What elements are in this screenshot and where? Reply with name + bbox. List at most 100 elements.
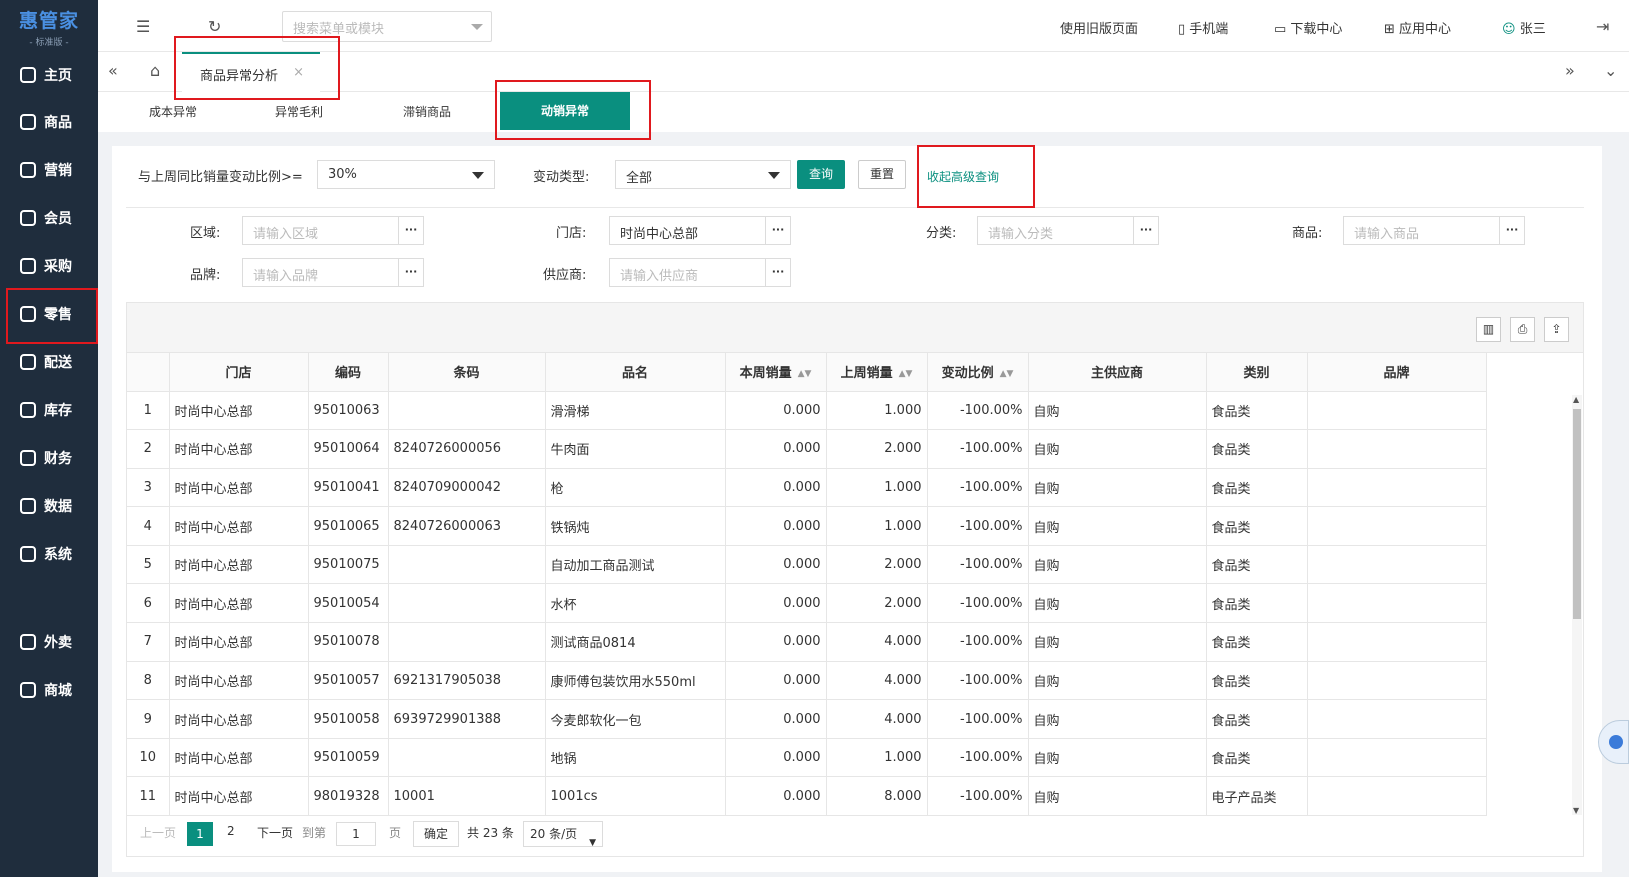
sort-icon[interactable]: ▲▼ — [1000, 369, 1014, 379]
table-cell: 食品类 — [1206, 622, 1308, 662]
scroll-down-icon[interactable]: ▼ — [1573, 806, 1579, 815]
table-cell: 自购 — [1028, 622, 1207, 662]
brand-picker-button[interactable]: ··· — [399, 258, 424, 287]
table-cell — [1307, 738, 1487, 778]
table-row[interactable]: 11 时尚中心总部 98019328 10001 1001cs 0.000 8.000 -10… — [127, 776, 1487, 817]
old-version-link[interactable]: 使用旧版页面 — [1060, 18, 1138, 37]
sort-icon[interactable]: ▲▼ — [899, 369, 913, 379]
prev-page-button[interactable]: 上一页 — [140, 824, 176, 841]
table-cell — [1307, 661, 1487, 701]
sort-icon[interactable]: ▲▼ — [798, 369, 812, 379]
table-row[interactable]: 8 时尚中心总部 95010057 6921317905038 康师傅包装饮用水550m… — [127, 661, 1487, 701]
sidebar-item-data[interactable]: 数据 — [0, 484, 98, 528]
sidebar-item-delivery[interactable]: 配送 — [0, 340, 98, 384]
product-picker-button[interactable]: ··· — [1500, 216, 1525, 245]
page-1-button[interactable]: 1 — [187, 822, 213, 846]
logout-icon[interactable]: ⇥ — [1596, 17, 1609, 36]
goto-confirm-button[interactable]: 确定 — [413, 821, 460, 847]
subtab-sales-anomaly[interactable]: 动销异常 — [500, 92, 630, 130]
table-cell: 铁锅炖 — [545, 506, 726, 546]
store-picker-button[interactable]: ··· — [766, 216, 791, 245]
supplier-input[interactable]: 请输入供应商 — [609, 258, 766, 287]
subtab-cost-anomaly[interactable]: 成本异常 — [128, 92, 218, 132]
table-cell: 95010078 — [308, 622, 389, 662]
table-row[interactable]: 1 时尚中心总部 95010063 滑滑梯 0.000 1.000 -100.00% 自购 食品… — [127, 391, 1487, 431]
data-icon — [20, 498, 36, 514]
table-row[interactable]: 9 时尚中心总部 95010058 6939729901388 今麦郎软化一包 0.000… — [127, 699, 1487, 739]
query-button[interactable]: 查询 — [797, 160, 846, 189]
page-size-select[interactable]: 20 条/页 ▼ — [523, 821, 603, 848]
menu-search-input[interactable]: 搜索菜单或模块 — [282, 11, 492, 42]
sidebar-item-purchase[interactable]: 采购 — [0, 244, 98, 288]
menu-toggle-icon[interactable]: ☰ — [136, 17, 150, 36]
category-picker-button[interactable]: ··· — [1134, 216, 1159, 245]
sidebar-item-retail[interactable]: 零售 — [0, 292, 98, 336]
columns-icon[interactable]: ▥ — [1476, 317, 1501, 342]
sidebar-item-finance[interactable]: 财务 — [0, 436, 98, 480]
close-icon[interactable]: × — [293, 65, 304, 80]
print-icon[interactable]: ⎙ — [1510, 317, 1535, 342]
table-row[interactable]: 7 时尚中心总部 95010078 测试商品0814 0.000 4.000 -100.00… — [127, 622, 1487, 662]
table-row[interactable]: 10 时尚中心总部 95010059 地锅 0.000 1.000 -100.00% 自购 食品… — [127, 738, 1487, 778]
app-center-link[interactable]: ⊞ 应用中心 — [1384, 18, 1451, 37]
sidebar-item-takeout[interactable]: 外卖 — [0, 620, 98, 664]
table-row[interactable]: 5 时尚中心总部 95010075 自动加工商品测试 0.000 2.000 -100.00… — [127, 545, 1487, 585]
mobile-link[interactable]: ▯ 手机端 — [1178, 18, 1228, 37]
settings-icon — [20, 546, 36, 562]
logo-title: 惠管家 — [18, 10, 79, 32]
subtab-slow-moving[interactable]: 滞销商品 — [382, 92, 472, 132]
sidebar-item-mall[interactable]: 商城 — [0, 668, 98, 712]
table-cell: 9 — [127, 699, 170, 739]
region-picker-button[interactable]: ··· — [399, 216, 424, 245]
table-row[interactable]: 4 时尚中心总部 95010065 8240726000063 铁锅炖 0.000 1.00… — [127, 506, 1487, 546]
ratio-select[interactable]: 30% — [317, 160, 495, 189]
table-cell: 8240709000042 — [388, 468, 546, 508]
page-2-button[interactable]: 2 — [227, 824, 235, 838]
heart-icon — [20, 210, 36, 226]
sidebar-item-home[interactable]: 主页 — [0, 53, 98, 97]
product-input[interactable]: 请输入商品 — [1343, 216, 1500, 245]
scroll-up-icon[interactable]: ▲ — [1573, 395, 1579, 404]
scrollbar-thumb[interactable] — [1573, 409, 1581, 619]
collapse-advanced-link[interactable]: 收起高级查询 — [927, 168, 999, 185]
table-row[interactable]: 3 时尚中心总部 95010041 8240709000042 枪 0.000 1.000-… — [127, 468, 1487, 508]
tab-product-anomaly[interactable]: 商品异常分析 × — [182, 52, 320, 92]
grid-scrollbar[interactable]: ▲ ▼ — [1572, 395, 1582, 815]
region-input[interactable]: 请输入区域 — [242, 216, 399, 245]
logo[interactable]: 惠管家 - 标准版 - — [0, 0, 98, 50]
sidebar-item-system[interactable]: 系统 — [0, 532, 98, 576]
column-header[interactable]: 本周销量 ▲▼ — [725, 353, 827, 392]
reset-button[interactable]: 重置 — [858, 160, 907, 189]
table-cell: 95010065 — [308, 506, 389, 546]
export-icon[interactable]: ⇪ — [1544, 317, 1569, 342]
column-header[interactable]: 上周销量 ▲▼ — [826, 353, 928, 392]
assistant-float-icon[interactable] — [1598, 720, 1629, 764]
brand-input[interactable]: 请输入品牌 — [242, 258, 399, 287]
supplier-picker-button[interactable]: ··· — [766, 258, 791, 287]
subtab-margin-anomaly[interactable]: 异常毛利 — [254, 92, 344, 132]
user-menu[interactable]: ☺ 张三 — [1502, 18, 1546, 37]
home-tab-icon[interactable]: ⌂ — [150, 61, 160, 80]
next-page-button[interactable]: 下一页 — [257, 824, 293, 841]
sidebar-item-inventory[interactable]: 库存 — [0, 388, 98, 432]
change-type-select[interactable]: 全部 — [615, 160, 791, 189]
refresh-icon[interactable]: ↻ — [208, 17, 221, 36]
table-row[interactable]: 2 时尚中心总部 95010064 8240726000056 牛肉面 0.000 2.00… — [127, 429, 1487, 469]
store-input[interactable]: 时尚中心总部 — [609, 216, 766, 245]
table-cell: 食品类 — [1206, 545, 1308, 585]
user-name: 张三 — [1519, 22, 1546, 37]
delivery-icon — [20, 634, 36, 650]
sidebar-item-member[interactable]: 会员 — [0, 196, 98, 240]
column-header[interactable]: 变动比例 ▲▼ — [927, 353, 1029, 392]
sidebar-item-product[interactable]: 商品 — [0, 100, 98, 144]
goto-page-input[interactable]: 1 — [336, 822, 376, 846]
sidebar-item-label: 数据 — [44, 499, 72, 515]
tabs-dropdown-icon[interactable]: ⌄ — [1604, 61, 1617, 80]
category-input[interactable]: 请输入分类 — [977, 216, 1134, 245]
table-row[interactable]: 6 时尚中心总部 95010054 水杯 0.000 2.000 -100.00% 自购 食品类 — [127, 583, 1487, 624]
sidebar-item-marketing[interactable]: 营销 — [0, 148, 98, 192]
download-center-link[interactable]: ▭ 下载中心 — [1274, 18, 1342, 37]
tabs-scroll-left-icon[interactable]: « — [108, 61, 118, 80]
table-cell: 自购 — [1028, 583, 1207, 624]
tabs-scroll-right-icon[interactable]: » — [1565, 61, 1575, 80]
